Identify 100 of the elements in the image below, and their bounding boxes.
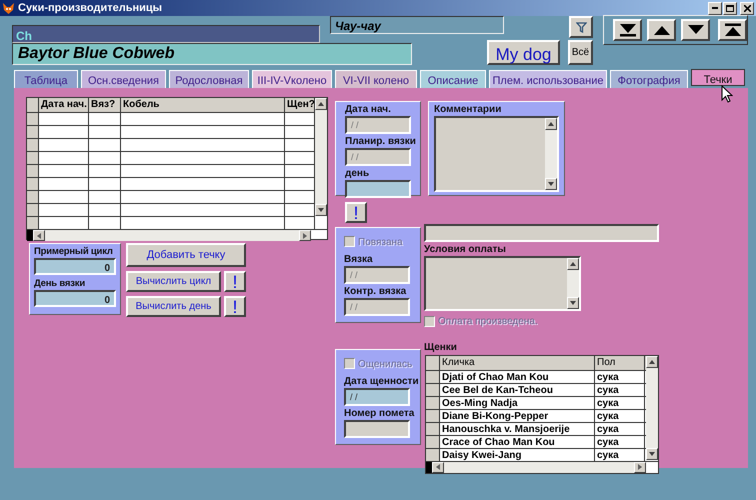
input-field[interactable] bbox=[424, 224, 659, 242]
row-selector[interactable] bbox=[426, 422, 440, 434]
scroll-right-button[interactable] bbox=[634, 462, 646, 472]
scroll-down-button[interactable] bbox=[567, 297, 579, 309]
row-selector[interactable] bbox=[27, 178, 39, 190]
minimize-icon bbox=[712, 7, 718, 9]
my-dog-button[interactable]: My dog bbox=[487, 40, 560, 65]
calculate-button[interactable]: Вычислить день bbox=[126, 296, 221, 317]
data-grid[interactable]: Дата нач. Вяз? Кобель Щен? bbox=[26, 97, 328, 240]
prefix-field[interactable]: Ch bbox=[12, 25, 320, 43]
table-cell: Diane Bi-Kong-Pepper bbox=[440, 410, 595, 422]
row-selector[interactable] bbox=[426, 384, 440, 396]
scroll-up-button[interactable] bbox=[646, 356, 658, 368]
tab[interactable]: III-IV-Vколено bbox=[252, 70, 332, 88]
table-row[interactable]: Diane Bi-Kong-Pepper сука bbox=[426, 408, 646, 422]
row-selector[interactable] bbox=[27, 126, 39, 138]
table-row[interactable] bbox=[27, 216, 315, 229]
row-selector[interactable] bbox=[27, 139, 39, 151]
row-selector[interactable] bbox=[27, 165, 39, 177]
table-row[interactable] bbox=[27, 164, 315, 177]
row-selector[interactable] bbox=[426, 436, 440, 448]
tab[interactable]: Фотография bbox=[610, 70, 688, 88]
table-row[interactable]: Daisy Kwei-Jang сука bbox=[426, 448, 646, 460]
scrollbar[interactable] bbox=[33, 230, 311, 241]
table-row[interactable] bbox=[27, 177, 315, 190]
table-row[interactable]: Djati of Chao Man Kou сука bbox=[426, 370, 646, 382]
triangle-right-icon bbox=[303, 232, 307, 238]
all-button[interactable]: Всё bbox=[568, 40, 593, 65]
app-icon bbox=[2, 2, 15, 14]
table-row[interactable]: Oes-Ming Nadja сука bbox=[426, 396, 646, 408]
next-button[interactable] bbox=[681, 19, 710, 41]
scroll-left-button[interactable] bbox=[432, 462, 444, 472]
table-row[interactable] bbox=[27, 125, 315, 138]
tab[interactable]: Таблица bbox=[14, 70, 78, 88]
table-row[interactable]: Crace of Chao Man Kou сука bbox=[426, 434, 646, 448]
tab[interactable]: Описание bbox=[420, 70, 486, 88]
input-field[interactable]: / / bbox=[344, 388, 410, 406]
field-label: Комментарии bbox=[434, 104, 502, 116]
scroll-down-button[interactable] bbox=[545, 178, 557, 190]
table-row[interactable] bbox=[27, 190, 315, 203]
table-cell: Djati of Chao Man Kou bbox=[440, 370, 595, 382]
maximize-button[interactable] bbox=[723, 2, 737, 14]
calculate-button[interactable]: Вычислить цикл bbox=[126, 271, 221, 292]
table-row[interactable] bbox=[27, 138, 315, 151]
table-row[interactable] bbox=[27, 151, 315, 164]
scrollbar[interactable] bbox=[646, 356, 658, 460]
previous-button[interactable] bbox=[647, 19, 676, 41]
last-record-button[interactable] bbox=[718, 19, 747, 41]
tab[interactable]: VI-VII колено bbox=[335, 70, 417, 88]
row-selector[interactable] bbox=[426, 410, 440, 422]
scroll-up-button[interactable] bbox=[567, 258, 579, 270]
comments-textarea[interactable] bbox=[434, 116, 559, 192]
breed-field[interactable]: Чау-чау bbox=[330, 16, 504, 34]
scrollbar[interactable] bbox=[432, 462, 646, 472]
row-selector[interactable] bbox=[27, 152, 39, 164]
close-button[interactable] bbox=[740, 2, 754, 14]
column-header: Вяз? bbox=[89, 98, 121, 112]
row-selector[interactable] bbox=[27, 204, 39, 216]
dog-name-field[interactable]: Baytor Blue Cobweb bbox=[12, 43, 412, 65]
tab[interactable]: Осн.сведения bbox=[81, 70, 166, 88]
table-row[interactable] bbox=[27, 203, 315, 216]
scroll-down-button[interactable] bbox=[646, 448, 658, 460]
tab[interactable]: Плем. использование bbox=[489, 70, 607, 88]
row-selector[interactable] bbox=[27, 113, 39, 125]
scrollbar[interactable] bbox=[545, 118, 557, 190]
bar-arrow-up-icon bbox=[722, 22, 742, 37]
input-field[interactable]: 0 bbox=[34, 258, 116, 275]
arrow-up-icon bbox=[652, 24, 672, 36]
triangle-down-icon bbox=[318, 208, 324, 212]
row-selector[interactable] bbox=[426, 396, 440, 408]
add-heat-button[interactable]: Добавить течку bbox=[126, 243, 246, 267]
filter-button[interactable] bbox=[569, 16, 593, 38]
tab[interactable]: Течки bbox=[691, 69, 745, 86]
info-button[interactable]: ! bbox=[224, 271, 246, 292]
minimize-button[interactable] bbox=[708, 2, 722, 14]
row-selector[interactable] bbox=[426, 370, 440, 382]
first-record-button[interactable] bbox=[613, 19, 642, 41]
triangle-up-icon bbox=[649, 360, 655, 364]
scrollbar[interactable] bbox=[315, 98, 327, 216]
scroll-up-button[interactable] bbox=[545, 118, 557, 130]
table-row[interactable]: Cee Bel de Kan-Tcheou сука bbox=[426, 382, 646, 396]
row-selector[interactable] bbox=[27, 217, 39, 229]
field-label: день bbox=[345, 168, 370, 180]
triangle-down-icon bbox=[570, 301, 576, 305]
input-field[interactable]: 0 bbox=[34, 290, 116, 307]
input-field[interactable] bbox=[345, 180, 411, 198]
info-button[interactable]: ! bbox=[224, 296, 246, 317]
table-row[interactable] bbox=[27, 112, 315, 125]
payment-textarea[interactable] bbox=[424, 256, 581, 311]
scroll-down-button[interactable] bbox=[315, 204, 327, 216]
row-selector[interactable] bbox=[27, 191, 39, 203]
data-grid[interactable]: Кличка Пол Djati of Chao Man Kou сука Cee Bel de Kan-Tcheou сука Oes-Ming Nadja сука Diane Bi-Kong-Pepper сука Hanouschka v. Mansjoerije сука Crace of Chao Man Kou сука Daisy Kwei-Jang сука bbox=[425, 354, 659, 474]
scrollbar[interactable] bbox=[567, 258, 579, 309]
table-row[interactable]: Hanouschka v. Mansjoerije сука bbox=[426, 422, 646, 434]
tab[interactable]: Родословная bbox=[169, 70, 249, 88]
scroll-right-button[interactable] bbox=[299, 230, 311, 241]
row-selector[interactable] bbox=[426, 448, 440, 460]
info-button[interactable]: ! bbox=[345, 202, 367, 223]
scroll-up-button[interactable] bbox=[315, 98, 327, 110]
scroll-left-button[interactable] bbox=[33, 230, 45, 241]
